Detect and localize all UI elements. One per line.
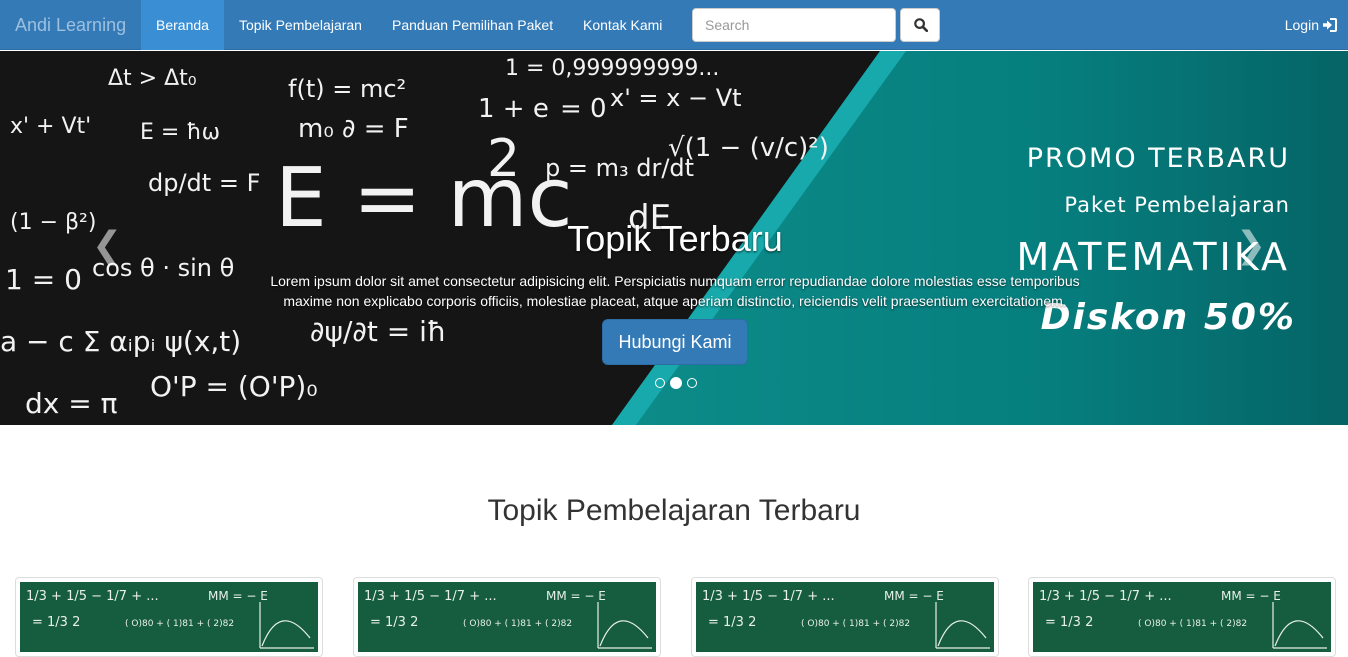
nav-item-kontak-kami[interactable]: Kontak Kami xyxy=(568,0,677,50)
login-label: Login xyxy=(1284,17,1319,33)
chalk-formula: (1 − β²) xyxy=(10,210,96,235)
chalk-formula: a − c Σ αᵢpᵢ ψ(x,t) xyxy=(0,325,241,358)
card-formula: ( O)80 + ( 1)81 + ( 2)82 xyxy=(463,619,573,629)
navbar: Andi Learning Beranda Topik Pembelajaran… xyxy=(0,0,1348,50)
card-formula: = 1/3 2 xyxy=(708,615,757,630)
topic-card-image: 1/3 + 1/5 − 1/7 + ... = 1/3 2 MM = − E (… xyxy=(1033,582,1331,652)
carousel-indicator[interactable] xyxy=(655,378,665,388)
chalk-formula: O'P = (O'P)₀ xyxy=(150,370,318,403)
card-formula: = 1/3 2 xyxy=(370,615,419,630)
chalk-formula: dp/dt = F xyxy=(148,169,260,197)
chalk-formula: E = ħω xyxy=(140,120,220,145)
card-formula: 1/3 + 1/5 − 1/7 + ... xyxy=(26,589,159,604)
chalk-formula: f(t) = mc² xyxy=(288,75,406,103)
promo-subheading: Paket Pembelajaran xyxy=(1064,193,1290,217)
topic-card[interactable]: 1/3 + 1/5 − 1/7 + ... = 1/3 2 MM = − E (… xyxy=(353,577,661,657)
nav-item-beranda[interactable]: Beranda xyxy=(141,0,224,50)
chalk-formula: √(1 − (v/c)²) xyxy=(668,133,829,163)
chalk-formula: ∂ψ/∂t = iħ xyxy=(310,315,446,348)
chalk-formula: = 0 xyxy=(560,94,607,124)
topic-card-image: 1/3 + 1/5 − 1/7 + ... = 1/3 2 MM = − E (… xyxy=(696,582,994,652)
chalk-formula: m₀ ∂ = F xyxy=(298,114,409,144)
brand-logo[interactable]: Andi Learning xyxy=(15,0,126,50)
search-button[interactable] xyxy=(900,8,940,42)
carousel-indicator[interactable] xyxy=(687,378,697,388)
carousel-next-button[interactable]: ❯ xyxy=(1236,225,1266,266)
carousel-caption-title: Topik Terbaru xyxy=(567,218,783,259)
nav-item-topik-pembelajaran[interactable]: Topik Pembelajaran xyxy=(224,0,377,50)
chalk-formula: x' + Vt' xyxy=(10,114,91,139)
card-formula: = 1/3 2 xyxy=(1045,615,1094,630)
nav-item-panduan-pemilihan-paket[interactable]: Panduan Pemilihan Paket xyxy=(377,0,568,50)
topic-card[interactable]: 1/3 + 1/5 − 1/7 + ... = 1/3 2 MM = − E (… xyxy=(15,577,323,657)
card-formula: = 1/3 2 xyxy=(32,615,81,630)
graph-drawing xyxy=(935,602,990,649)
card-formula: 1/3 + 1/5 − 1/7 + ... xyxy=(364,589,497,604)
chalk-formula: 2 xyxy=(487,129,520,189)
chevron-left-icon: ❮ xyxy=(92,225,123,266)
card-formula: ( O)80 + ( 1)81 + ( 2)82 xyxy=(801,619,911,629)
carousel-caption-text: Lorem ipsum dolor sit amet consectetur a… xyxy=(270,273,1080,309)
chalk-formula: 1 = 0 xyxy=(5,263,82,296)
chalk-formula: 1 + e xyxy=(478,94,549,124)
log-in-icon xyxy=(1323,18,1337,32)
card-formula: ( O)80 + ( 1)81 + ( 2)82 xyxy=(125,619,235,629)
section-title: Topik Pembelajaran Terbaru xyxy=(487,494,861,527)
topic-card-image: 1/3 + 1/5 − 1/7 + ... = 1/3 2 MM = − E (… xyxy=(358,582,656,652)
graph-drawing xyxy=(597,602,652,649)
chalk-formula: Δt > Δt₀ xyxy=(108,66,197,91)
chalk-formula: x' = x − Vt xyxy=(610,84,742,112)
chalk-formula: 1 = 0,999999999... xyxy=(505,56,719,81)
carousel-prev-button[interactable]: ❮ xyxy=(92,225,122,266)
chevron-right-icon: ❯ xyxy=(1236,225,1267,266)
promo-heading: PROMO TERBARU xyxy=(1026,143,1290,174)
carousel-indicator-active[interactable] xyxy=(670,377,682,389)
graph-drawing xyxy=(259,602,314,649)
chalk-formula: dx = π xyxy=(25,387,118,420)
card-formula: 1/3 + 1/5 − 1/7 + ... xyxy=(702,589,835,604)
hero-carousel: E = mc 2 1 = 0,999999999... 1 + e = 0 x'… xyxy=(0,51,1348,425)
card-formula: ( O)80 + ( 1)81 + ( 2)82 xyxy=(1138,619,1248,629)
topic-card[interactable]: 1/3 + 1/5 − 1/7 + ... = 1/3 2 MM = − E (… xyxy=(1028,577,1336,657)
login-link[interactable]: Login xyxy=(1285,0,1337,50)
graph-drawing xyxy=(1272,602,1327,649)
topic-card[interactable]: 1/3 + 1/5 − 1/7 + ... = 1/3 2 MM = − E (… xyxy=(691,577,999,657)
card-formula: 1/3 + 1/5 − 1/7 + ... xyxy=(1039,589,1172,604)
search-input[interactable] xyxy=(692,8,896,42)
search-icon xyxy=(914,18,928,32)
topic-card-image: 1/3 + 1/5 − 1/7 + ... = 1/3 2 MM = − E (… xyxy=(20,582,318,652)
hubungi-kami-button[interactable]: Hubungi Kami xyxy=(602,319,748,365)
